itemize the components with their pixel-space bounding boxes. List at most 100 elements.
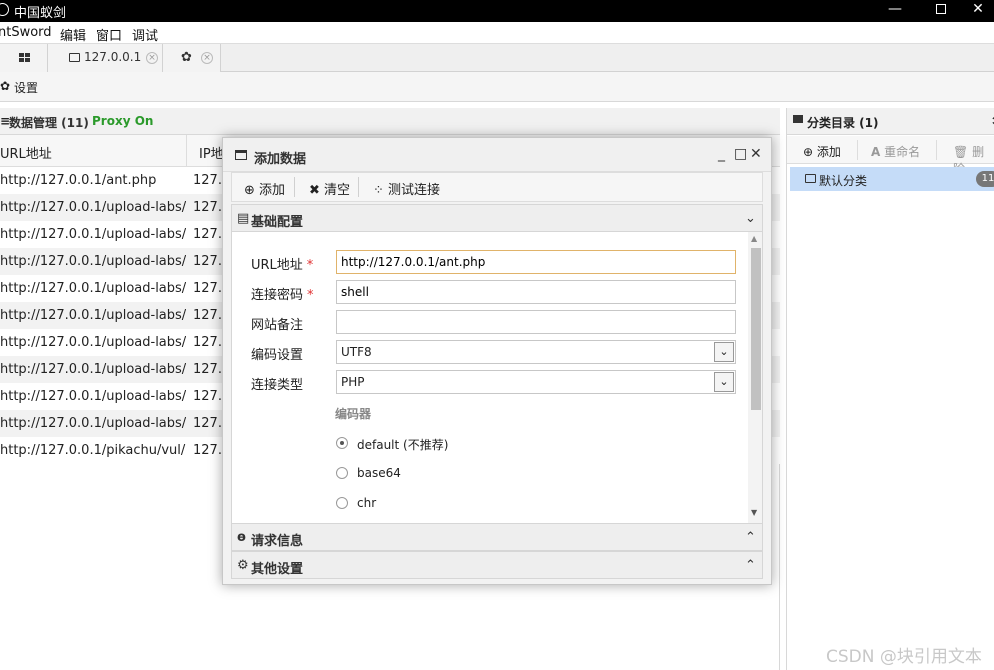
maximize-icon	[936, 4, 946, 14]
column-ip[interactable]: IP地	[199, 143, 224, 162]
minimize-button[interactable]: —	[872, 0, 918, 22]
category-toolbar: ⊕ 添加 A 重命名 🗑 删除	[787, 136, 994, 176]
tab-home[interactable]	[0, 44, 48, 72]
encoder-option-label: chr	[357, 496, 377, 510]
expand-icon[interactable]: ↕	[990, 114, 994, 128]
password-input[interactable]	[336, 280, 736, 304]
settings-bar: ✿ 设置	[0, 72, 994, 102]
dialog-add-label: 添加	[259, 183, 286, 198]
window-icon	[235, 150, 247, 160]
dialog-clear-button[interactable]: ✖ 清空	[309, 179, 350, 198]
form-scrollbar[interactable]: ▲ ▼	[748, 232, 762, 523]
connection-type-value: PHP	[341, 375, 365, 389]
dialog-title: 添加数据	[254, 152, 307, 167]
chevron-up-icon: ⌃	[745, 530, 756, 545]
scroll-up-icon[interactable]: ▲	[751, 234, 757, 243]
scroll-down-icon[interactable]: ▼	[751, 508, 757, 517]
dialog-toolbar: ⊕ 添加 ✖ 清空 ⁘ 测试连接	[231, 172, 763, 202]
dialog-test-label: 测试连接	[388, 183, 441, 198]
connection-type-select[interactable]: PHP ⌄	[336, 370, 736, 394]
toolbar-divider	[857, 140, 858, 160]
proxy-status: Proxy On	[92, 114, 154, 128]
url-label: URL地址 *	[251, 258, 314, 273]
category-panel-title: 分类目录 (1)	[807, 116, 879, 130]
toolbar-divider	[358, 177, 359, 197]
section-other-settings[interactable]: ⚙ 其他设置 ⌃	[231, 551, 763, 579]
window-titlebar: 中国蚁剑 — ✕	[0, 0, 994, 22]
scrollbar-thumb[interactable]	[751, 248, 761, 410]
section-basic-config[interactable]: ▤ 基础配置 ⌄	[231, 204, 763, 232]
category-item-default[interactable]: 默认分类 11	[790, 167, 994, 191]
document-icon: ▤	[237, 211, 250, 226]
encoding-select[interactable]: UTF8 ⌄	[336, 340, 736, 364]
category-rename-label: 重命名	[884, 145, 921, 159]
watermark: CSDN @块引用文本	[826, 647, 982, 667]
menu-window[interactable]: 窗口	[96, 25, 122, 44]
folder-icon	[793, 115, 803, 123]
menu-edit[interactable]: 编辑	[60, 25, 86, 44]
tab-bar: 127.0.0.1 × ✿ ×	[0, 44, 994, 72]
radio-icon[interactable]	[336, 467, 348, 479]
basic-config-form: URL地址* 连接密码* 网站备注 编码设置 UTF8 ⌄ 连接类型 PHP ⌄…	[231, 232, 763, 523]
note-input[interactable]	[336, 310, 736, 334]
gear-icon: ✿	[0, 79, 11, 93]
dialog-add-button[interactable]: ⊕ 添加	[244, 179, 285, 198]
category-add-label: 添加	[816, 145, 841, 159]
chevron-down-icon[interactable]: ⌄	[714, 342, 734, 362]
row-url: http://127.0.0.1/upload-labs/Pass	[0, 335, 186, 350]
radio-icon[interactable]	[336, 497, 348, 509]
grid-icon	[19, 53, 30, 63]
toolbar-divider	[936, 140, 937, 160]
toolbar-divider	[294, 177, 295, 197]
menu-debug[interactable]: 调试	[132, 25, 158, 44]
dialog-clear-label: 清空	[324, 183, 351, 198]
row-url: http://127.0.0.1/upload-labs/Pass	[0, 416, 186, 431]
note-label: 网站备注	[251, 318, 304, 333]
dialog-maximize-button[interactable]: □	[734, 146, 747, 162]
dialog-test-connection-button[interactable]: ⁘ 测试连接	[373, 179, 440, 198]
type-label: 连接类型	[251, 378, 304, 393]
dialog-minimize-button[interactable]: _	[718, 146, 725, 162]
maximize-button[interactable]	[918, 0, 964, 22]
encoder-option-label: default (不推荐)	[357, 438, 449, 452]
url-input[interactable]	[336, 250, 736, 274]
folder-icon	[69, 53, 80, 62]
password-label: 连接密码 *	[251, 288, 314, 303]
encoder-option-label: base64	[357, 466, 401, 480]
settings-label[interactable]: 设置	[14, 79, 38, 96]
column-divider[interactable]	[186, 135, 187, 167]
category-add-button[interactable]: ⊕ 添加	[803, 143, 841, 160]
row-url: http://127.0.0.1/ant.php	[0, 173, 157, 188]
category-panel-header: 分类目录 (1) ↕	[787, 108, 994, 135]
encoding-value: UTF8	[341, 345, 372, 359]
dialog-titlebar[interactable]: 添加数据 _ □ ✕	[223, 138, 771, 172]
section-request-label: 请求信息	[251, 534, 304, 549]
window-title: 中国蚁剑	[14, 6, 67, 21]
section-request-info[interactable]: ɵ 请求信息 ⌃	[231, 523, 763, 551]
chevron-down-icon: ⌄	[745, 211, 756, 226]
app-logo-icon	[0, 3, 9, 16]
close-window-button[interactable]: ✕	[962, 0, 994, 22]
section-basic-label: 基础配置	[251, 215, 304, 230]
category-rename-button[interactable]: A 重命名	[871, 143, 920, 160]
chevron-down-icon[interactable]: ⌄	[714, 372, 734, 392]
tab-close-icon[interactable]: ×	[201, 52, 213, 64]
tab-settings[interactable]: ✿ ×	[163, 44, 221, 72]
row-url: http://127.0.0.1/pikachu/vul/unsa	[0, 443, 186, 458]
tab-site-label: 127.0.0.1	[84, 50, 142, 64]
dialog-close-button[interactable]: ✕	[750, 146, 762, 162]
data-panel-header: ≡ 数据管理 (11) Proxy On	[0, 108, 780, 135]
tab-close-icon[interactable]: ×	[146, 52, 158, 64]
menu-bar: ntSword 编辑 窗口 调试	[0, 22, 994, 44]
row-url: http://127.0.0.1/upload-labs/Pass	[0, 200, 186, 215]
folder-icon	[805, 174, 816, 183]
row-url: http://127.0.0.1/upload-labs/Pass	[0, 308, 186, 323]
menu-antsword[interactable]: ntSword	[0, 25, 52, 40]
data-panel-title: 数据管理 (11)	[9, 116, 89, 130]
tab-site[interactable]: 127.0.0.1 ×	[48, 44, 163, 72]
encoder-title: 编码器	[335, 407, 372, 421]
column-url[interactable]: URL地址	[0, 143, 52, 162]
required-mark: *	[306, 258, 314, 273]
radio-checked-icon[interactable]	[336, 437, 348, 449]
row-url: http://127.0.0.1/upload-labs/Pass	[0, 227, 186, 242]
